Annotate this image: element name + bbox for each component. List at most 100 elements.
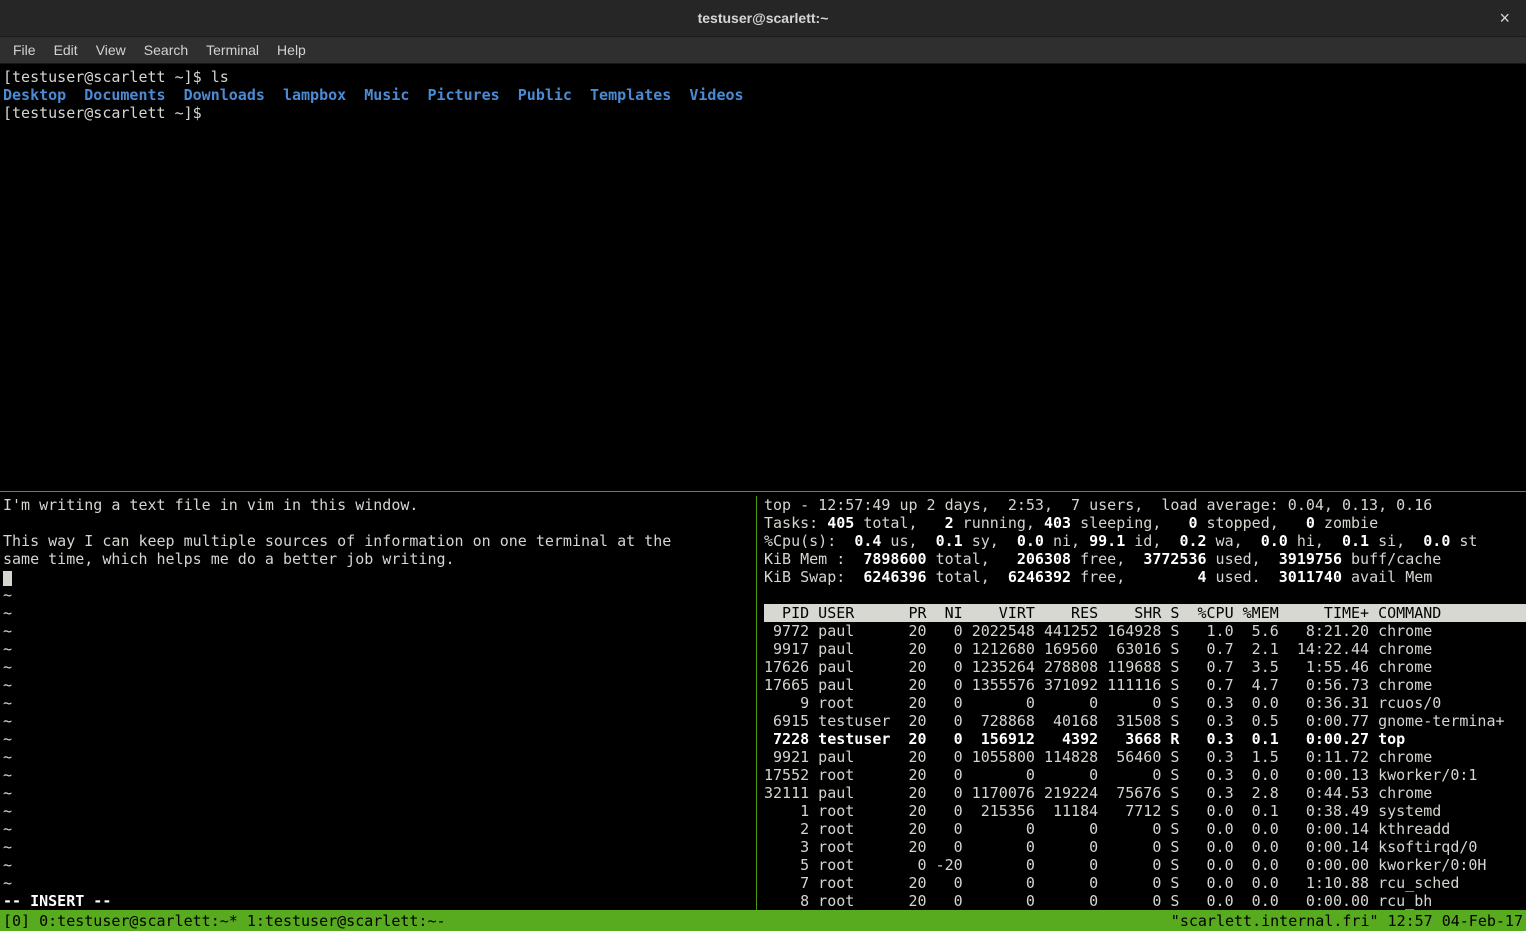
vim-mode-indicator: -- INSERT -- xyxy=(3,892,750,910)
pane-divider-vertical[interactable] xyxy=(756,496,757,910)
top-summary-line: KiB Mem : 7898600 total, 206308 free, 37… xyxy=(764,550,1526,568)
process-row: 1 root 20 0 215356 11184 7712 S 0.0 0.1 … xyxy=(764,802,1526,820)
top-summary-segment: zombie xyxy=(1315,514,1378,532)
top-summary-segment: 0.0 xyxy=(1017,532,1044,550)
shell-pane[interactable]: [testuser@scarlett ~]$ ls Desktop Docume… xyxy=(0,64,1526,487)
vim-tilde-line: ~ xyxy=(3,604,750,622)
menu-bar: FileEditViewSearchTerminalHelp xyxy=(0,37,1526,64)
directory-templates: Templates xyxy=(590,86,671,104)
window-titlebar[interactable]: testuser@scarlett:~ × xyxy=(0,0,1526,37)
vim-tilde-line: ~ xyxy=(3,676,750,694)
top-summary: top - 12:57:49 up 2 days, 2:53, 7 users,… xyxy=(764,496,1526,586)
top-summary-segment: 405 xyxy=(827,514,854,532)
ls-output: Desktop Documents Downloads lampbox Musi… xyxy=(3,86,1523,104)
top-summary-segment: free, xyxy=(1071,568,1197,586)
vim-tilde-line: ~ xyxy=(3,784,750,802)
process-row: 7228 testuser 20 0 156912 4392 3668 R 0.… xyxy=(764,730,1526,748)
vim-tilde-line: ~ xyxy=(3,802,750,820)
top-summary-segment: free, xyxy=(1071,550,1143,568)
menu-item-edit[interactable]: Edit xyxy=(45,38,87,62)
vim-tilde-line: ~ xyxy=(3,658,750,676)
menu-item-help[interactable]: Help xyxy=(268,38,315,62)
top-summary-segment: avail Mem xyxy=(1342,568,1432,586)
top-summary-segment: ni, xyxy=(1044,532,1089,550)
top-summary-line: top - 12:57:49 up 2 days, 2:53, 7 users,… xyxy=(764,496,1526,514)
top-summary-segment: us, xyxy=(881,532,935,550)
vim-tilde-line: ~ xyxy=(3,838,750,856)
directory-public: Public xyxy=(518,86,572,104)
top-summary-segment: st xyxy=(1450,532,1477,550)
vim-text-line: This way I can keep multiple sources of … xyxy=(3,532,750,550)
top-summary-segment: hi, xyxy=(1288,532,1342,550)
process-row: 7 root 20 0 0 0 0 S 0.0 0.0 1:10.88 rcu_… xyxy=(764,874,1526,892)
menu-item-file[interactable]: File xyxy=(4,38,45,62)
vim-tilde-line: ~ xyxy=(3,874,750,892)
menu-item-search[interactable]: Search xyxy=(135,38,197,62)
top-summary-segment: 7898600 xyxy=(863,550,926,568)
top-summary-segment: si, xyxy=(1369,532,1423,550)
top-summary-segment: 4 xyxy=(1198,568,1207,586)
vim-cursor-line xyxy=(3,568,750,586)
top-summary-segment: sleeping, xyxy=(1071,514,1188,532)
top-summary-segment: stopped, xyxy=(1198,514,1306,532)
vim-cursor xyxy=(3,571,12,586)
tmux-status-bar: [0] 0:testuser@scarlett:~* 1:testuser@sc… xyxy=(0,910,1526,931)
process-row: 9921 paul 20 0 1055800 114828 56460 S 0.… xyxy=(764,748,1526,766)
directory-desktop: Desktop xyxy=(3,86,66,104)
top-summary-line: KiB Swap: 6246396 total, 6246392 free, 4… xyxy=(764,568,1526,586)
directory-pictures: Pictures xyxy=(427,86,499,104)
top-summary-segment: 206308 xyxy=(1017,550,1071,568)
top-summary-segment: KiB Mem : xyxy=(764,550,863,568)
top-summary-segment: 99.1 xyxy=(1089,532,1125,550)
top-summary-segment: 0.1 xyxy=(936,532,963,550)
menu-item-terminal[interactable]: Terminal xyxy=(197,38,268,62)
top-summary-segment: Tasks: xyxy=(764,514,827,532)
process-row: 9917 paul 20 0 1212680 169560 63016 S 0.… xyxy=(764,640,1526,658)
top-summary-segment: 403 xyxy=(1044,514,1071,532)
process-row: 17626 paul 20 0 1235264 278808 119688 S … xyxy=(764,658,1526,676)
top-summary-segment: 0.0 xyxy=(1423,532,1450,550)
vim-tilde-line: ~ xyxy=(3,640,750,658)
top-summary-segment: wa, xyxy=(1207,532,1261,550)
top-summary-segment: id, xyxy=(1125,532,1179,550)
top-summary-segment: 0.0 xyxy=(1261,532,1288,550)
process-row: 6915 testuser 20 0 728868 40168 31508 S … xyxy=(764,712,1526,730)
process-row: 3 root 20 0 0 0 0 S 0.0 0.0 0:00.14 ksof… xyxy=(764,838,1526,856)
process-row: 2 root 20 0 0 0 0 S 0.0 0.0 0:00.14 kthr… xyxy=(764,820,1526,838)
window-title: testuser@scarlett:~ xyxy=(698,10,829,26)
top-summary-segment: 2 xyxy=(945,514,954,532)
process-row: 8 root 20 0 0 0 0 S 0.0 0.0 0:00.00 rcu_… xyxy=(764,892,1526,910)
close-icon[interactable]: × xyxy=(1491,0,1518,36)
shell-command-line: [testuser@scarlett ~]$ ls xyxy=(3,68,1523,86)
vim-tilde-line: ~ xyxy=(3,622,750,640)
pane-divider-horizontal[interactable] xyxy=(0,487,1526,496)
tmux-session-windows: [0] 0:testuser@scarlett:~* 1:testuser@sc… xyxy=(3,912,446,930)
top-summary-segment: 3772536 xyxy=(1143,550,1206,568)
top-summary-line: Tasks: 405 total, 2 running, 403 sleepin… xyxy=(764,514,1526,532)
top-summary-segment: 6246392 xyxy=(1008,568,1071,586)
top-summary-segment: KiB Swap: xyxy=(764,568,863,586)
top-summary-segment: 0 xyxy=(1306,514,1315,532)
directory-music: Music xyxy=(364,86,409,104)
directory-lampbox: lampbox xyxy=(283,86,346,104)
menu-item-view[interactable]: View xyxy=(87,38,135,62)
process-row: 17665 paul 20 0 1355576 371092 111116 S … xyxy=(764,676,1526,694)
process-row: 32111 paul 20 0 1170076 219224 75676 S 0… xyxy=(764,784,1526,802)
top-summary-segment: used, xyxy=(1207,550,1279,568)
top-pane[interactable]: top - 12:57:49 up 2 days, 2:53, 7 users,… xyxy=(760,496,1526,910)
vim-pane[interactable]: I'm writing a text file in vim in this w… xyxy=(0,496,753,910)
top-summary-segment: 3011740 xyxy=(1279,568,1342,586)
terminal-screen: [testuser@scarlett ~]$ ls Desktop Docume… xyxy=(0,64,1526,931)
vim-buffer: I'm writing a text file in vim in this w… xyxy=(3,496,750,892)
vim-tilde-line: ~ xyxy=(3,694,750,712)
tmux-host-clock: "scarlett.internal.fri" 12:57 04-Feb-17 xyxy=(1171,912,1523,930)
vim-tilde-line: ~ xyxy=(3,712,750,730)
top-summary-segment: buff/cache xyxy=(1342,550,1441,568)
vim-tilde-line: ~ xyxy=(3,586,750,604)
process-row: 5 root 0 -20 0 0 0 S 0.0 0.0 0:00.00 kwo… xyxy=(764,856,1526,874)
vim-text-line xyxy=(3,514,750,532)
bottom-panes: I'm writing a text file in vim in this w… xyxy=(0,496,1526,910)
top-summary-segment: total, xyxy=(927,568,1008,586)
vim-tilde-line: ~ xyxy=(3,730,750,748)
process-table-header: PID USER PR NI VIRT RES SHR S %CPU %MEM … xyxy=(764,604,1526,622)
